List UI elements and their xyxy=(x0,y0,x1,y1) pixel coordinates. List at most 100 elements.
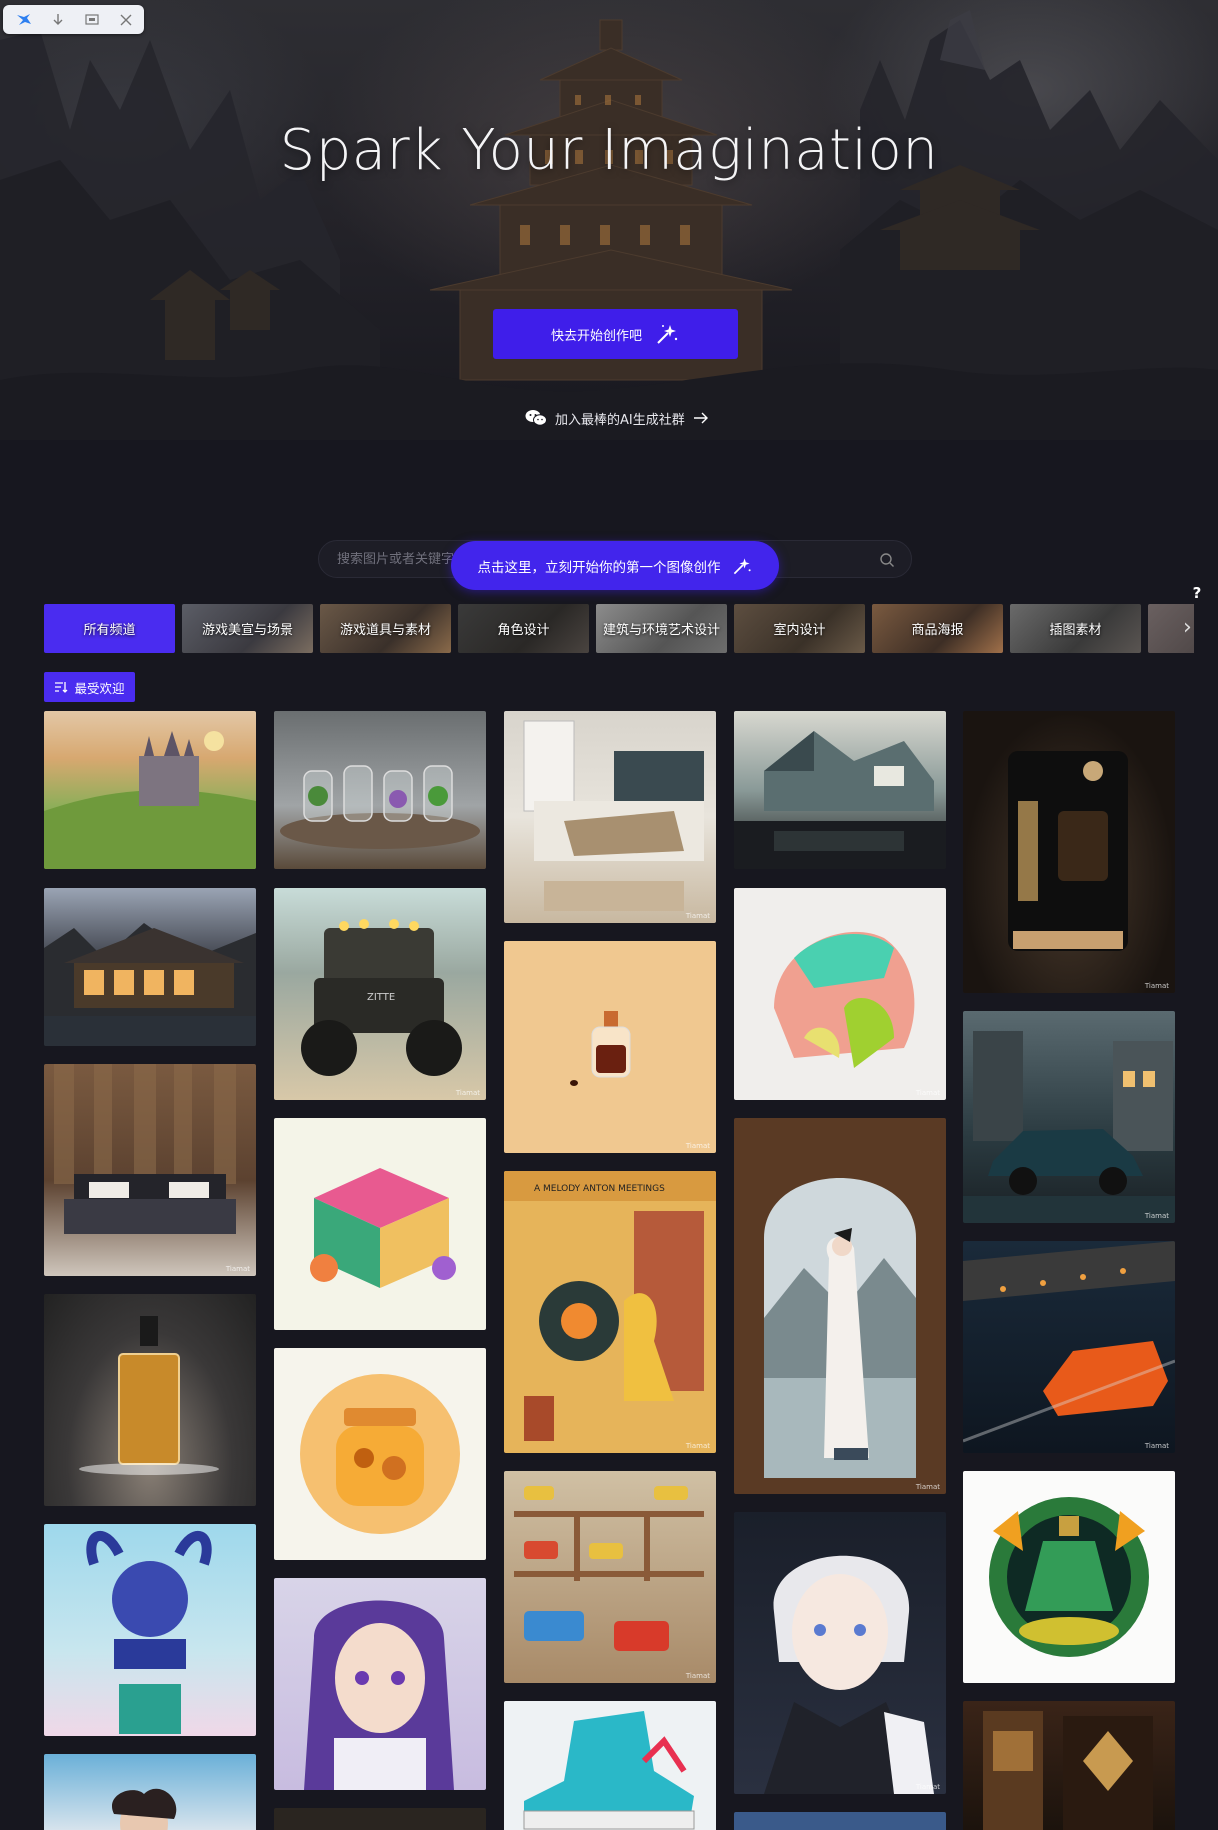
window-toolbar xyxy=(3,5,144,34)
tab-label: 室内设计 xyxy=(773,623,826,638)
sort-label: 最受欢迎 xyxy=(74,680,125,696)
watermark: Tiamat xyxy=(685,1672,710,1680)
sports-car-image xyxy=(963,1241,1175,1443)
gallery-card-white-haired-anime-boy[interactable]: Tiamat xyxy=(734,1512,946,1794)
watermark: Tiamat xyxy=(685,1442,710,1450)
gallery-card-dark-product-shot[interactable] xyxy=(274,1808,486,1830)
category-tabs: 所有频道 游戏美宣与场景 游戏道具与素材 角色设计 建筑与环境艺术设计 室内设计… xyxy=(44,604,1194,654)
gallery-card-gold-coffee-machine[interactable] xyxy=(963,1701,1175,1830)
gallery-card-retro-poster-woman-stove[interactable]: A MELODY ANTON MEETINGS Tiamat xyxy=(504,1171,716,1453)
watermark: Tiamat xyxy=(915,1783,940,1791)
hero-banner: Spark Your Imagination xyxy=(0,0,1218,520)
magic-wand-icon xyxy=(733,557,751,574)
tab-character-design[interactable]: 角色设计 xyxy=(458,604,589,653)
house-image xyxy=(734,731,946,869)
gallery-card-cozy-bedroom[interactable]: Tiamat xyxy=(504,711,716,923)
watermark: Tiamat xyxy=(915,1089,940,1097)
magic-wand-icon xyxy=(657,325,678,344)
hanfu-girl-image xyxy=(764,1178,916,1478)
download-icon[interactable] xyxy=(43,8,73,32)
gallery-card-orange-sports-car[interactable]: Tiamat xyxy=(963,1241,1175,1453)
tab-game-props[interactable]: 游戏道具与素材 xyxy=(320,604,451,653)
watermark: Tiamat xyxy=(455,1089,480,1097)
watermark: Tiamat xyxy=(1144,1212,1169,1220)
statue-image xyxy=(86,1530,212,1734)
watermark: Tiamat xyxy=(1144,1442,1169,1450)
honey-jar-image xyxy=(300,1374,460,1534)
tab-game-art-scenes[interactable]: 游戏美宣与场景 xyxy=(182,604,313,653)
girl-image xyxy=(111,1788,177,1830)
gallery-card-blue-scene[interactable] xyxy=(734,1812,946,1830)
watermark: Tiamat xyxy=(225,1265,250,1273)
gallery-card-plants-in-glass-jars[interactable] xyxy=(274,711,486,869)
anime-boy-image xyxy=(764,1555,934,1794)
create-image-cta[interactable]: 点击这里，立刻开始你的第一个图像创作 xyxy=(451,541,779,590)
gallery-card-vintage-car-street[interactable]: Tiamat xyxy=(963,1011,1175,1223)
toy-cars-image xyxy=(514,1486,704,1651)
gallery-card-castle-on-hill[interactable] xyxy=(44,711,256,869)
search-input[interactable] xyxy=(337,551,467,567)
bean-jar-image xyxy=(570,1011,631,1086)
retro-poster-image: A MELODY ANTON MEETINGS xyxy=(504,1171,716,1441)
tab-interior-design[interactable]: 室内设计 xyxy=(734,604,865,653)
watermark: Tiamat xyxy=(685,912,710,920)
bedroom-image xyxy=(54,1064,236,1234)
gallery-card-coffee-machine[interactable]: Tiamat xyxy=(963,711,1175,993)
screenshot-icon[interactable] xyxy=(77,8,107,32)
gallery-card-bean-jar[interactable]: Tiamat xyxy=(504,941,716,1153)
join-community-link[interactable]: 加入最棒的AI生成社群 xyxy=(525,404,709,432)
logo-icon[interactable] xyxy=(9,8,39,32)
tab-label: 商品海报 xyxy=(911,623,964,638)
tab-product-posters[interactable]: 商品海报 xyxy=(872,604,1003,653)
perfume-image xyxy=(79,1316,219,1475)
gallery-card-wooden-cabin-by-lake[interactable] xyxy=(44,888,256,1046)
gallery-card-honey-jar-illustration[interactable] xyxy=(274,1348,486,1560)
gallery-card-girl-with-long-hair[interactable] xyxy=(44,1754,256,1830)
flower-shop-image xyxy=(310,1168,456,1288)
coffee-machine-image xyxy=(1008,751,1128,951)
gallery-card-teal-sneaker[interactable] xyxy=(504,1701,716,1830)
tab-all-channels[interactable]: 所有频道 xyxy=(44,604,175,653)
create-image-cta-label: 点击这里，立刻开始你的第一个图像创作 xyxy=(477,559,721,576)
watermark: Tiamat xyxy=(1144,982,1169,990)
colorful-sneaker-image xyxy=(774,931,915,1068)
gallery-card-blue-house-reflection[interactable] xyxy=(734,711,946,869)
castle-image xyxy=(44,731,256,869)
arrow-right-icon xyxy=(693,412,708,424)
gallery-card-isometric-flower-shop[interactable] xyxy=(274,1118,486,1330)
gallery-card-hanfu-girl-arch-window[interactable]: Tiamat xyxy=(734,1118,946,1494)
sort-icon xyxy=(55,682,68,693)
close-icon[interactable] xyxy=(111,8,141,32)
tab-label: 角色设计 xyxy=(497,623,550,638)
start-button-label: 快去开始创作吧 xyxy=(550,327,642,343)
gallery-card-perfume-bottle[interactable] xyxy=(44,1294,256,1506)
hero-title: Spark Your Imagination xyxy=(279,118,939,183)
svg-text:A MELODY ANTON MEETINGS: A MELODY ANTON MEETINGS xyxy=(534,1184,665,1194)
anime-girl-image xyxy=(304,1600,454,1790)
search-icon[interactable] xyxy=(879,552,895,568)
tab-illustrations[interactable]: 插图素材 xyxy=(1010,604,1141,653)
watermark: Tiamat xyxy=(915,1483,940,1491)
gallery-card-off-road-truck[interactable]: ZITTE Tiamat xyxy=(274,888,486,1100)
tab-label: 建筑与环境艺术设计 xyxy=(602,623,720,638)
gallery-card-purple-haired-anime-girl[interactable] xyxy=(274,1578,486,1790)
gallery-card-blue-statue-with-horns[interactable] xyxy=(44,1524,256,1736)
help-icon[interactable]: ? xyxy=(1186,584,1208,606)
truck-image: ZITTE xyxy=(301,919,462,1076)
gallery-card-toy-cars-shelf[interactable]: Tiamat xyxy=(504,1471,716,1683)
potion-image xyxy=(989,1497,1149,1657)
sort-popular-button[interactable]: 最受欢迎 xyxy=(44,672,135,702)
gallery-card-green-potion-emblem[interactable] xyxy=(963,1471,1175,1683)
cozy-bedroom-image xyxy=(523,720,704,911)
start-creating-button[interactable]: 快去开始创作吧 xyxy=(493,309,738,359)
gallery-card-colorful-sneaker[interactable]: Tiamat xyxy=(734,888,946,1100)
tab-label: 游戏美宣与场景 xyxy=(201,623,293,638)
gallery-card-bedroom-with-wood-wall[interactable]: Tiamat xyxy=(44,1064,256,1276)
svg-text:ZITTE: ZITTE xyxy=(367,992,395,1003)
tabs-next-arrow-icon[interactable]: › xyxy=(1183,616,1203,640)
sneaker-image xyxy=(523,1711,695,1830)
community-link-label: 加入最棒的AI生成社群 xyxy=(555,412,685,428)
hero-background-image xyxy=(0,10,1218,520)
tab-label: 插图素材 xyxy=(1049,623,1102,638)
tab-architecture-design[interactable]: 建筑与环境艺术设计 xyxy=(596,604,727,653)
